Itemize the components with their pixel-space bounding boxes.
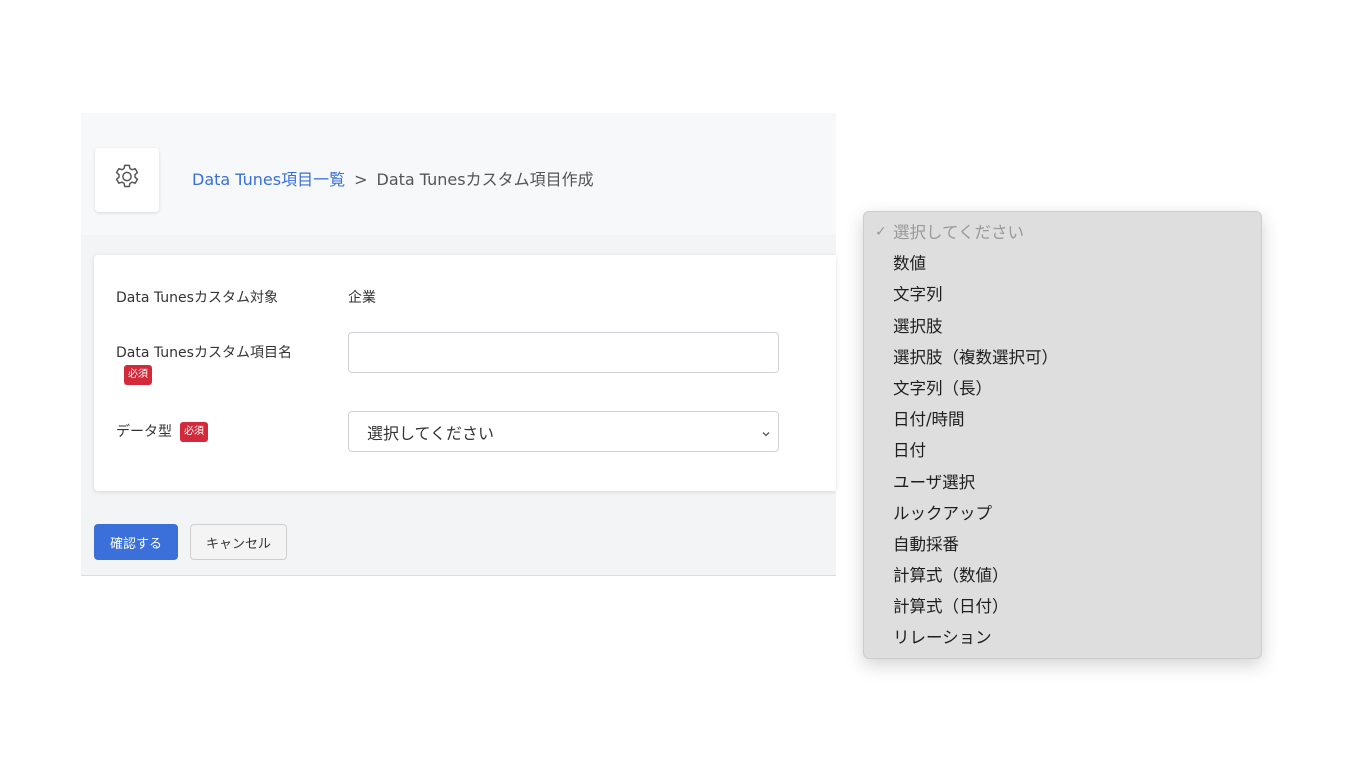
data-type-label-row: データ型 必須 [116, 421, 208, 442]
data-type-required-badge: 必須 [180, 422, 208, 442]
target-label: Data Tunesカスタム対象 [116, 290, 278, 306]
dropdown-option[interactable]: 計算式（数値） [864, 560, 1261, 591]
breadcrumb-link-item-list[interactable]: Data Tunes項目一覧 [192, 170, 345, 189]
dropdown-option[interactable]: 日付 [864, 435, 1261, 466]
confirm-button[interactable]: 確認する [94, 524, 178, 560]
data-type-select-value: 選択してください [367, 423, 495, 443]
data-type-label: データ型 [116, 424, 172, 440]
item-name-input[interactable] [348, 332, 779, 373]
settings-icon-box [95, 148, 159, 212]
item-name-label: Data Tunesカスタム項目名 [116, 345, 292, 361]
dropdown-option[interactable]: 計算式（日付） [864, 591, 1261, 622]
dropdown-option[interactable]: 選択肢（複数選択可） [864, 342, 1261, 373]
form-card: Data Tunesカスタム対象 企業 Data Tunesカスタム項目名 必須… [94, 255, 836, 491]
item-name-required-badge: 必須 [124, 365, 152, 385]
checkmark-icon: ✓ [875, 224, 887, 240]
data-type-dropdown-menu: ✓ 選択してください 数値 文字列 選択肢 選択肢（複数選択可） 文字列（長） … [863, 211, 1262, 659]
page-header: Data Tunes項目一覧 > Data Tunesカスタム項目作成 [81, 113, 836, 235]
breadcrumb-current: Data Tunesカスタム項目作成 [376, 170, 594, 189]
breadcrumb-separator: > [354, 170, 368, 189]
dropdown-option[interactable]: ユーザ選択 [864, 467, 1261, 498]
breadcrumb: Data Tunes項目一覧 > Data Tunesカスタム項目作成 [192, 170, 594, 190]
dropdown-option[interactable]: 自動採番 [864, 529, 1261, 560]
dropdown-option-label: 選択してください [893, 223, 1025, 242]
chevron-down-icon [760, 425, 772, 444]
gear-icon [111, 162, 143, 198]
dropdown-option[interactable]: リレーション [864, 622, 1261, 653]
dropdown-option-placeholder[interactable]: ✓ 選択してください [864, 217, 1261, 248]
dropdown-option[interactable]: 文字列（長） [864, 373, 1261, 404]
dropdown-option[interactable]: 文字列 [864, 279, 1261, 310]
dropdown-option[interactable]: 日付/時間 [864, 404, 1261, 435]
dropdown-option[interactable]: ルックアップ [864, 498, 1261, 529]
cancel-button[interactable]: キャンセル [190, 524, 287, 560]
dropdown-option[interactable]: 数値 [864, 248, 1261, 279]
target-value: 企業 [348, 290, 376, 306]
app-panel: Data Tunes項目一覧 > Data Tunesカスタム項目作成 Data T… [81, 113, 836, 576]
data-type-select[interactable]: 選択してください [348, 411, 779, 452]
dropdown-option[interactable]: 選択肢 [864, 311, 1261, 342]
